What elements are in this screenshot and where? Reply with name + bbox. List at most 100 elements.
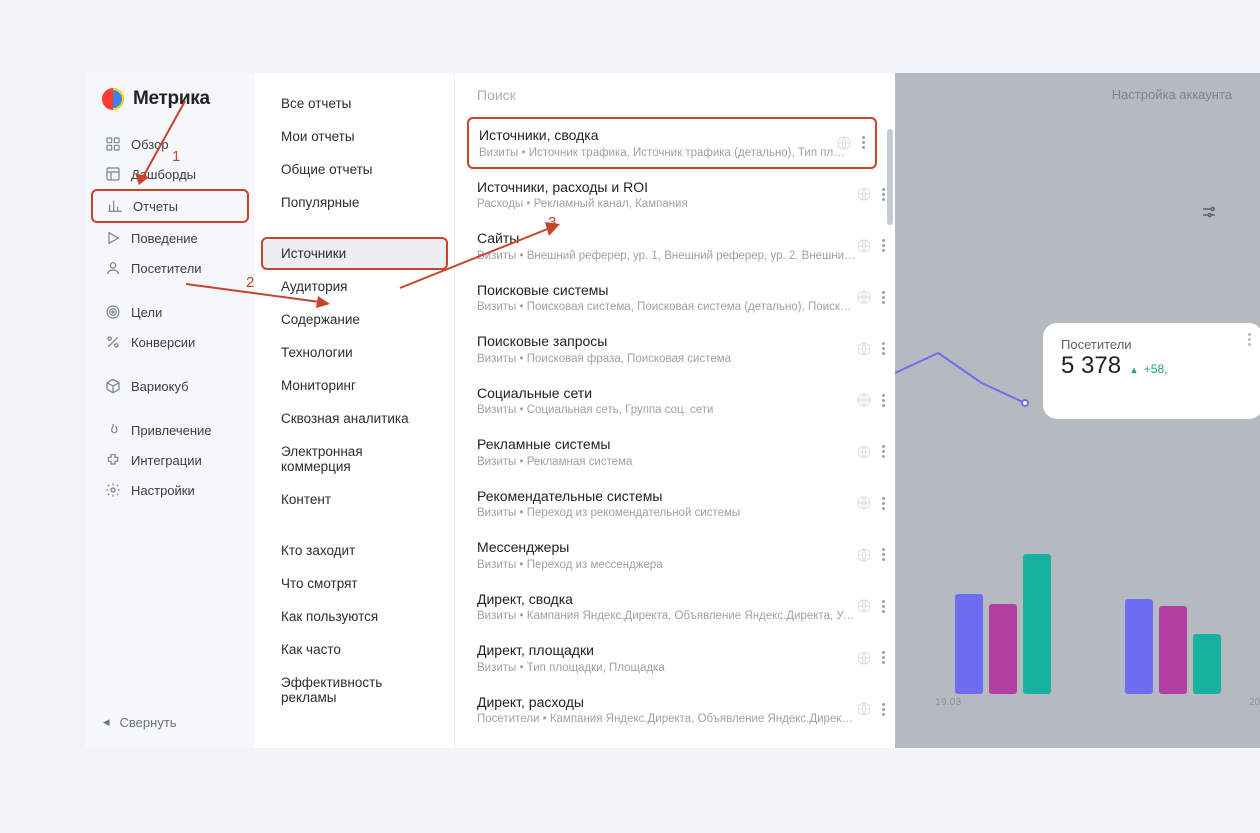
category-item[interactable]: Контент — [261, 483, 448, 516]
nav-acquisition[interactable]: Привлечение — [91, 415, 249, 445]
globe-icon[interactable] — [856, 495, 872, 511]
report-item[interactable]: Социальные сети Визиты • Социальная сеть… — [455, 375, 895, 427]
report-title: Сайты — [477, 230, 857, 248]
nav-primary: Обзор Дашборды Отчеты Поведение Посетите… — [85, 129, 255, 505]
report-item[interactable]: Сайты Визиты • Внешний реферер, ур. 1, В… — [455, 220, 895, 272]
tick: 20.03 — [1249, 696, 1260, 708]
user-icon — [105, 260, 121, 276]
nav-variocube[interactable]: Вариокуб — [91, 371, 249, 401]
logo-text: Метрика — [133, 88, 210, 110]
globe-icon[interactable] — [856, 598, 872, 614]
category-item[interactable]: Содержание — [261, 303, 448, 336]
dots-icon[interactable] — [1248, 333, 1251, 346]
dots-icon[interactable] — [882, 548, 885, 561]
report-item[interactable]: Рекомендательные системы Визиты • Перехо… — [455, 478, 895, 530]
nav-reports[interactable]: Отчеты — [91, 189, 249, 223]
stat-card-visitors[interactable]: Посетители 5 378 +58, — [1043, 323, 1260, 419]
category-item[interactable]: Технологии — [261, 336, 448, 369]
report-item[interactable]: Директ, расходы Посетители • Кампания Ян… — [455, 684, 895, 736]
globe-icon[interactable] — [856, 650, 872, 666]
report-title: Социальные сети — [477, 385, 857, 403]
dots-icon[interactable] — [882, 703, 885, 716]
sliders-icon[interactable] — [1198, 201, 1220, 223]
report-title: Источники, сводка — [479, 127, 849, 145]
nav-integrations[interactable]: Интеграции — [91, 445, 249, 475]
report-item[interactable]: Источники, сводка Визиты • Источник траф… — [467, 117, 877, 169]
category-item[interactable]: Мои отчеты — [261, 120, 448, 153]
category-item[interactable]: Мониторинг — [261, 369, 448, 402]
category-item[interactable]: Все отчеты — [261, 87, 448, 120]
collapse-sidebar[interactable]: ◂ Свернуть — [85, 696, 255, 748]
globe-icon[interactable] — [856, 444, 872, 460]
category-item[interactable]: Источники — [261, 237, 448, 270]
globe-icon[interactable] — [856, 701, 872, 717]
nav-visitors[interactable]: Посетители — [91, 253, 249, 283]
background-content: Настройка аккаунта Посетители 5 378 +58,… — [895, 73, 1260, 748]
nav-behavior[interactable]: Поведение — [91, 223, 249, 253]
dots-icon[interactable] — [882, 497, 885, 510]
dots-icon[interactable] — [882, 600, 885, 613]
app-frame: Метрика Обзор Дашборды Отчеты Поведение … — [85, 73, 1260, 748]
account-settings-link[interactable]: Настройка аккаунта — [1112, 87, 1232, 102]
category-item[interactable]: Кто заходит — [261, 534, 448, 567]
dots-icon[interactable] — [882, 651, 885, 664]
category-item[interactable]: Эффективность рекламы — [261, 666, 448, 714]
target-icon — [105, 304, 121, 320]
card-title: Посетители — [1061, 337, 1245, 352]
report-item[interactable]: Источники, расходы и ROI Расходы • Рекла… — [455, 169, 895, 221]
nav-settings[interactable]: Настройки — [91, 475, 249, 505]
category-item[interactable]: Электронная коммерция — [261, 435, 448, 483]
puzzle-icon — [105, 452, 121, 468]
globe-icon[interactable] — [836, 135, 852, 151]
dots-icon[interactable] — [882, 239, 885, 252]
nav-overview[interactable]: Обзор — [91, 129, 249, 159]
report-subtitle: Визиты • Поисковая система, Поисковая си… — [477, 301, 857, 313]
globe-icon[interactable] — [856, 547, 872, 563]
category-item[interactable]: Как часто — [261, 633, 448, 666]
nav-dashboards[interactable]: Дашборды — [91, 159, 249, 189]
globe-icon[interactable] — [856, 392, 872, 408]
dots-icon[interactable] — [882, 188, 885, 201]
category-item[interactable]: Как пользуются — [261, 600, 448, 633]
grid-icon — [105, 136, 121, 152]
globe-icon[interactable] — [856, 289, 872, 305]
category-item[interactable]: Аудитория — [261, 270, 448, 303]
report-item[interactable]: Директ, сводка Визиты • Кампания Яндекс.… — [455, 581, 895, 633]
line-chart — [895, 343, 1035, 413]
globe-icon[interactable] — [856, 238, 872, 254]
report-subtitle: Расходы • Рекламный канал, Кампания — [477, 198, 857, 210]
tick: 19.03 — [935, 696, 961, 708]
report-item[interactable]: Директ, площадки Визиты • Тип площадки, … — [455, 632, 895, 684]
dots-icon[interactable] — [882, 291, 885, 304]
dots-icon[interactable] — [882, 394, 885, 407]
report-subtitle: Визиты • Поисковая фраза, Поисковая сист… — [477, 353, 857, 365]
nav-goals[interactable]: Цели — [91, 297, 249, 327]
nav-label: Настройки — [131, 483, 195, 498]
report-item[interactable]: Рекламные системы Визиты • Рекламная сис… — [455, 426, 895, 478]
category-item[interactable]: Популярные — [261, 186, 448, 219]
report-subtitle: Посетители • Кампания Яндекс.Директа, Об… — [477, 713, 857, 725]
report-title: Директ, расходы — [477, 694, 857, 712]
globe-icon[interactable] — [856, 186, 872, 202]
nav-label: Цели — [131, 305, 162, 320]
category-item[interactable]: Сквозная аналитика — [261, 402, 448, 435]
report-item[interactable]: Мессенджеры Визиты • Переход из мессендж… — [455, 529, 895, 581]
category-item[interactable]: Что смотрят — [261, 567, 448, 600]
nav-label: Дашборды — [131, 167, 196, 182]
collapse-label: Свернуть — [120, 715, 177, 730]
nav-label: Поведение — [131, 231, 198, 246]
report-item[interactable]: Поисковые запросы Визиты • Поисковая фра… — [455, 323, 895, 375]
nav-conversions[interactable]: Конверсии — [91, 327, 249, 357]
dots-icon[interactable] — [862, 136, 865, 149]
search-input[interactable]: Поиск — [455, 73, 895, 117]
globe-icon[interactable] — [856, 341, 872, 357]
dots-icon[interactable] — [882, 445, 885, 458]
category-item[interactable]: Общие отчеты — [261, 153, 448, 186]
report-item[interactable]: Поисковые системы Визиты • Поисковая сис… — [455, 272, 895, 324]
report-subtitle: Визиты • Переход из мессенджера — [477, 559, 857, 571]
report-subtitle: Визиты • Источник трафика, Источник траф… — [479, 147, 849, 159]
dots-icon[interactable] — [882, 342, 885, 355]
report-subtitle: Визиты • Внешний реферер, ур. 1, Внешний… — [477, 250, 857, 262]
percent-icon — [105, 334, 121, 350]
report-subtitle: Визиты • Рекламная система — [477, 456, 857, 468]
